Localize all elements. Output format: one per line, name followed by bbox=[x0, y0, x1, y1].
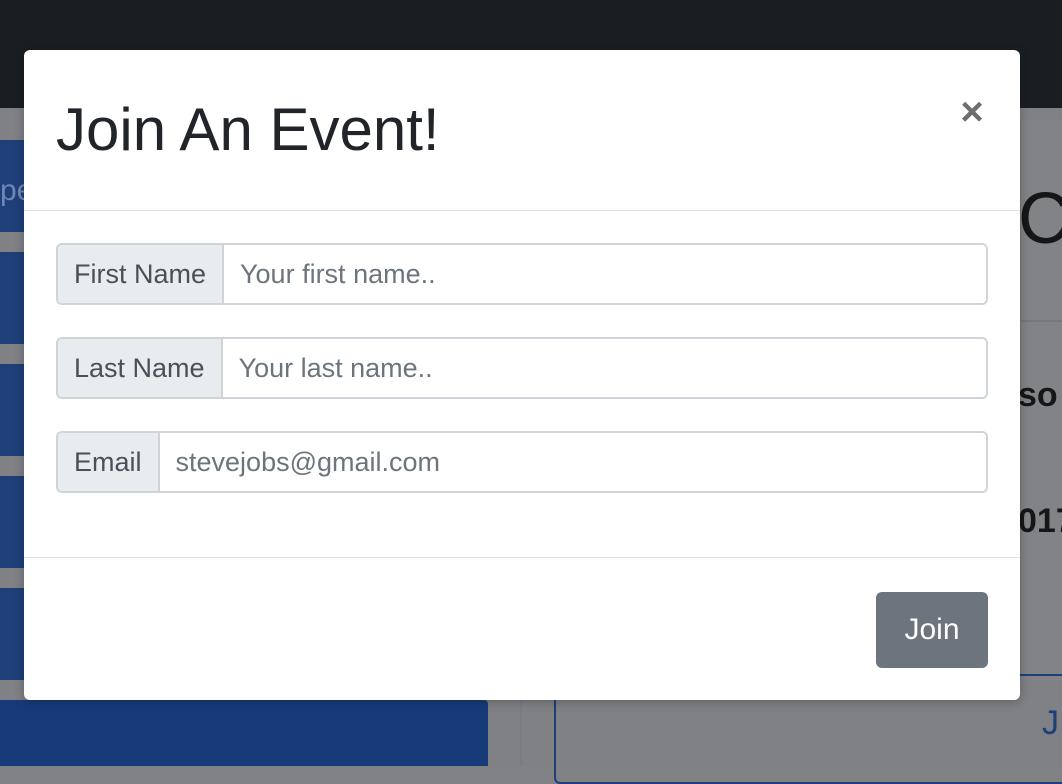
background-text: 017 bbox=[1018, 502, 1062, 540]
background-button-bottom bbox=[0, 700, 488, 766]
close-icon: × bbox=[960, 89, 984, 134]
background-button bbox=[0, 588, 26, 680]
join-button[interactable]: Join bbox=[876, 592, 988, 668]
background-divider bbox=[520, 700, 522, 766]
modal-header: Join An Event! × bbox=[24, 50, 1020, 211]
background-text: so bbox=[1018, 376, 1058, 414]
modal-title: Join An Event! bbox=[56, 96, 440, 163]
background-card-divider bbox=[1020, 320, 1062, 322]
first-name-input[interactable] bbox=[224, 245, 986, 303]
background-button bbox=[0, 476, 26, 568]
background-outline-button-label: J bbox=[1042, 704, 1059, 742]
modal-footer: Join bbox=[24, 557, 1020, 701]
last-name-group: Last Name bbox=[56, 337, 988, 399]
background-button bbox=[0, 252, 26, 344]
email-input[interactable] bbox=[159, 433, 986, 491]
modal-body: First Name Last Name Email bbox=[24, 211, 1020, 557]
email-group: Email bbox=[56, 431, 988, 493]
background-button bbox=[0, 364, 26, 456]
last-name-input[interactable] bbox=[222, 339, 986, 397]
email-label: Email bbox=[58, 433, 160, 491]
last-name-label: Last Name bbox=[58, 339, 223, 397]
first-name-group: First Name bbox=[56, 243, 988, 305]
background-heading: C bbox=[1018, 179, 1062, 259]
background-button: pe bbox=[0, 140, 33, 232]
close-button[interactable]: × bbox=[950, 90, 994, 134]
first-name-label: First Name bbox=[58, 245, 225, 303]
join-event-modal: Join An Event! × First Name Last Name Em… bbox=[24, 50, 1020, 700]
